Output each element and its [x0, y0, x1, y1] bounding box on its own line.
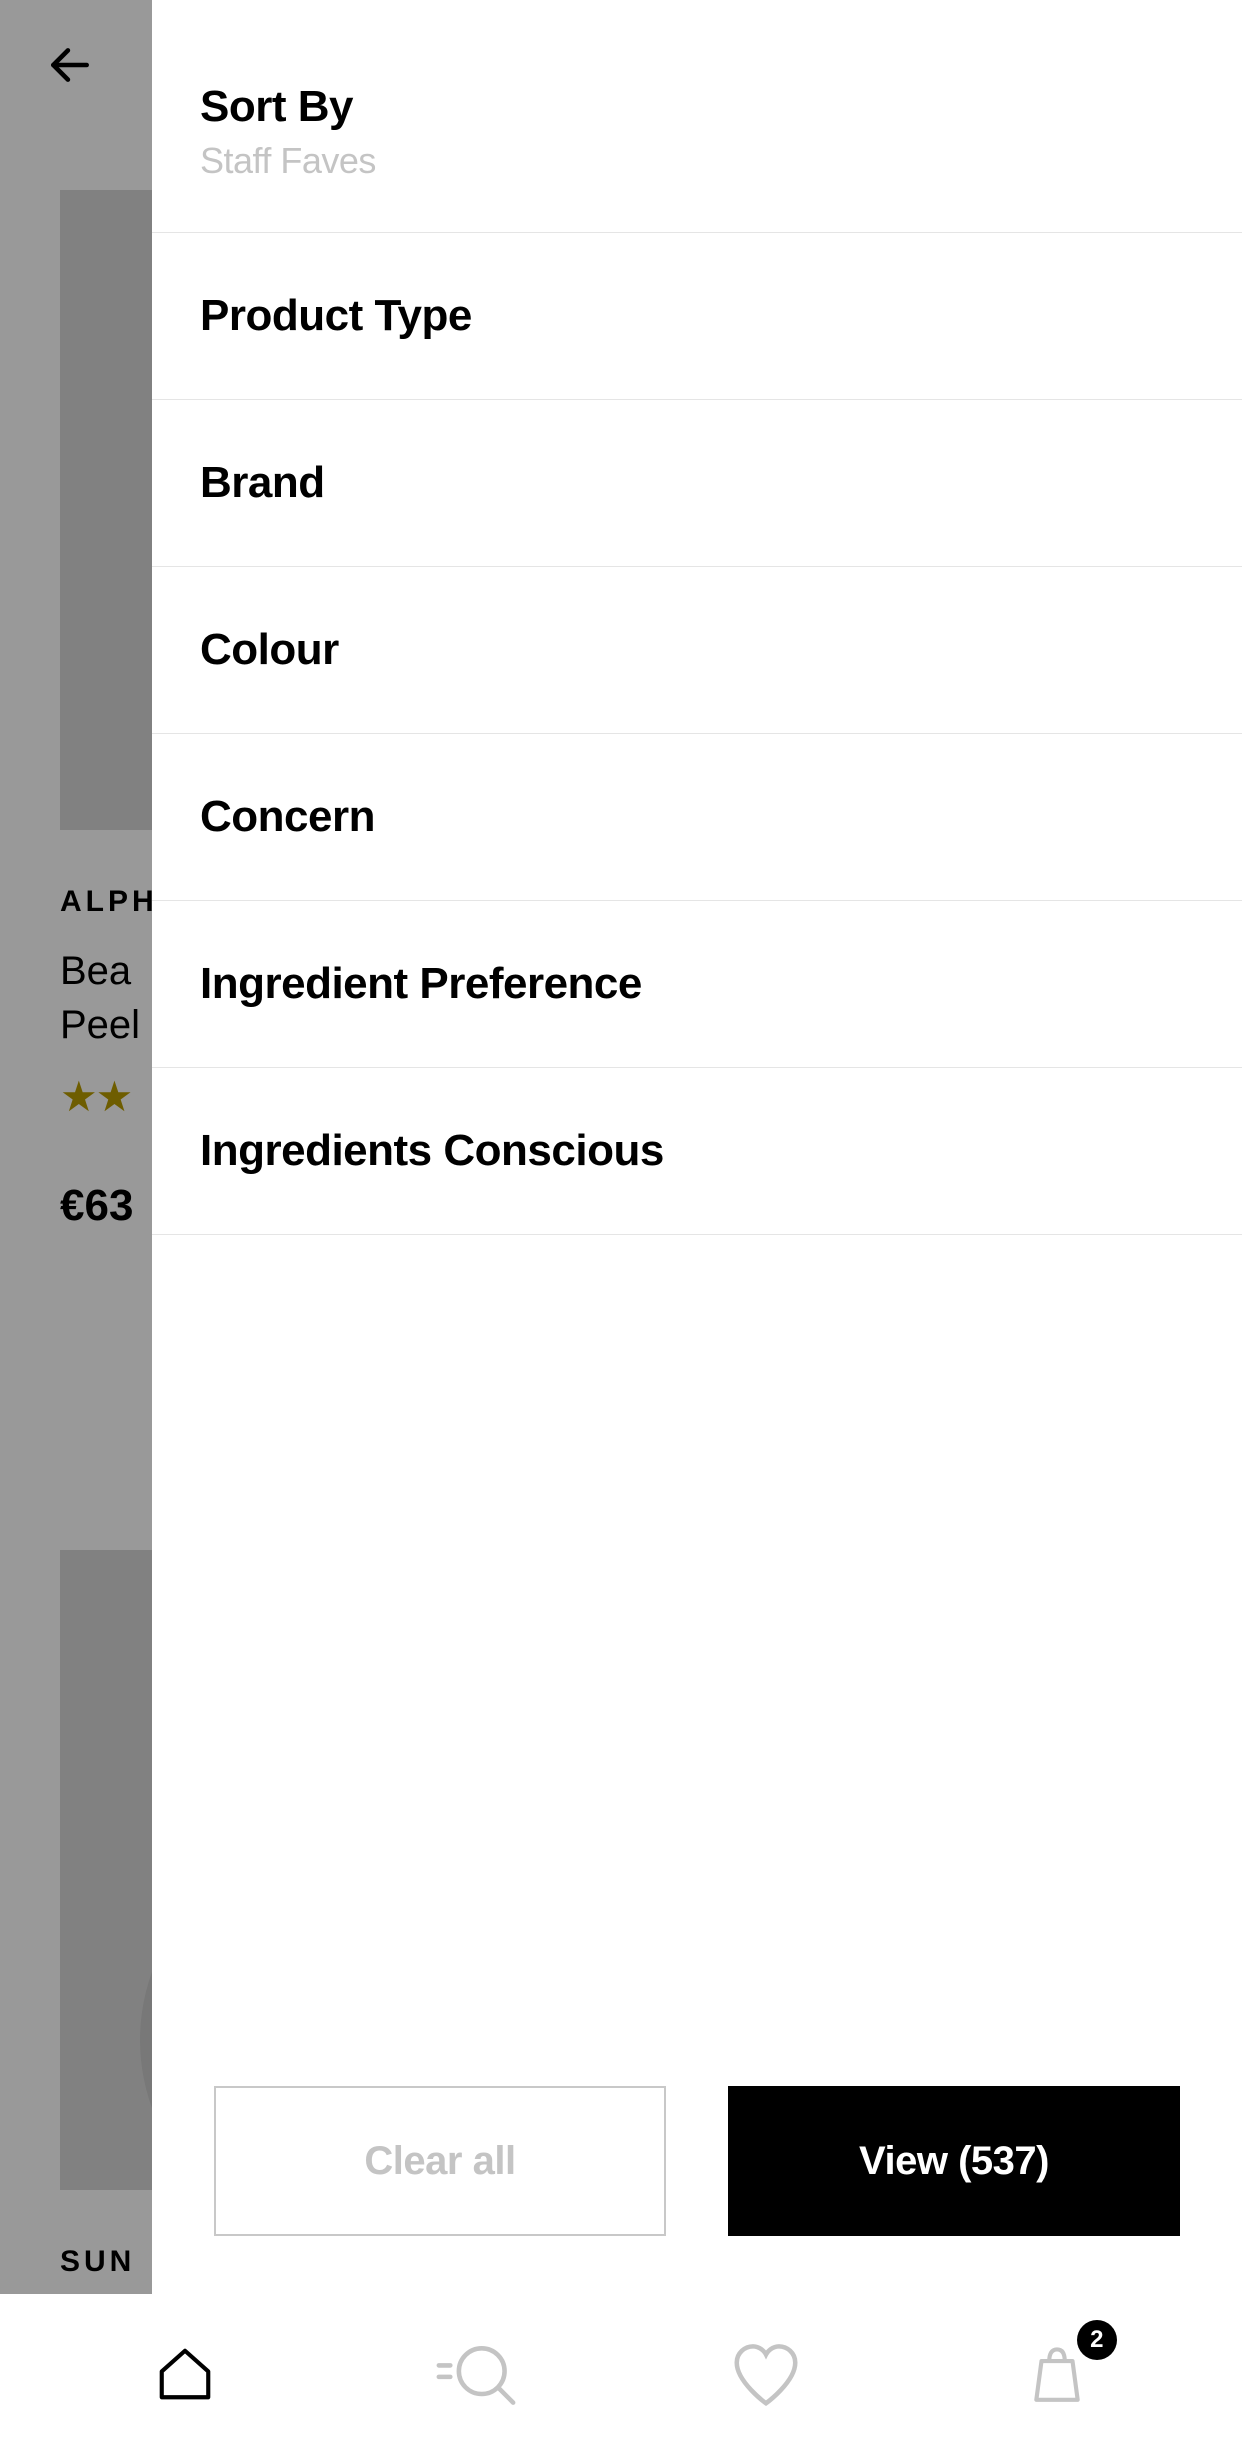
- filter-title: Brand: [200, 458, 1194, 508]
- filter-title: Ingredient Preference: [200, 959, 1194, 1009]
- home-icon: [154, 2343, 216, 2405]
- filter-title: Colour: [200, 625, 1194, 675]
- heart-icon: [727, 2335, 805, 2413]
- filter-row-sort-by[interactable]: Sort By Staff Faves: [152, 0, 1242, 233]
- filter-row-product-type[interactable]: Product Type: [152, 233, 1242, 400]
- filter-row-colour[interactable]: Colour: [152, 567, 1242, 734]
- filter-panel: Sort By Staff Faves Product Type Brand C…: [152, 0, 1242, 2294]
- bag-count-badge: 2: [1077, 2320, 1117, 2360]
- filter-row-ingredients-conscious[interactable]: Ingredients Conscious: [152, 1068, 1242, 1235]
- filter-title: Concern: [200, 792, 1194, 842]
- filter-row-ingredient-preference[interactable]: Ingredient Preference: [152, 901, 1242, 1068]
- search-list-icon: [436, 2338, 516, 2410]
- nav-search[interactable]: [436, 2334, 516, 2414]
- filter-row-concern[interactable]: Concern: [152, 734, 1242, 901]
- nav-wishlist[interactable]: [726, 2334, 806, 2414]
- filter-footer: Clear all View (537): [152, 2086, 1242, 2294]
- filter-row-brand[interactable]: Brand: [152, 400, 1242, 567]
- filter-title: Sort By: [200, 82, 1194, 132]
- filter-title: Ingredients Conscious: [200, 1126, 1194, 1176]
- filter-list: Sort By Staff Faves Product Type Brand C…: [152, 0, 1242, 2086]
- filter-current-value: Staff Faves: [200, 140, 1194, 182]
- nav-bag[interactable]: 2: [1017, 2334, 1097, 2414]
- nav-home[interactable]: [145, 2334, 225, 2414]
- bag-icon: [1026, 2343, 1088, 2405]
- bottom-navigation: 2: [0, 2294, 1242, 2454]
- clear-all-button[interactable]: Clear all: [214, 2086, 666, 2236]
- view-results-button[interactable]: View (537): [728, 2086, 1180, 2236]
- filter-title: Product Type: [200, 291, 1194, 341]
